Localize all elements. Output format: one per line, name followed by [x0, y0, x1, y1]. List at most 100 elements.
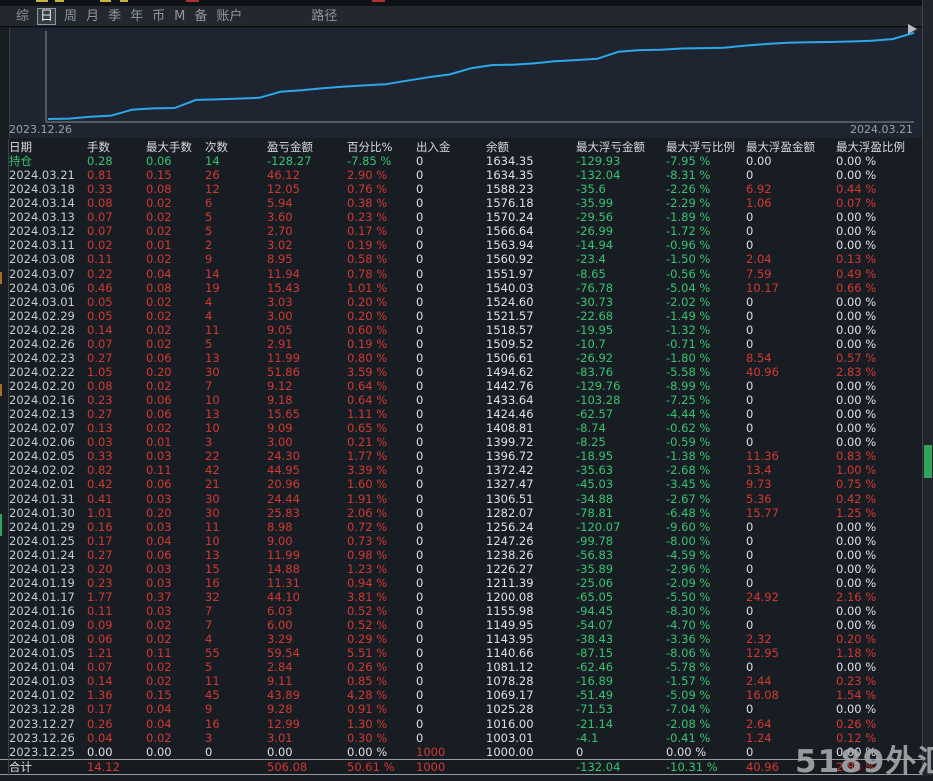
cell-mfl: -29.56: [576, 210, 614, 225]
table-row-2024.03.07[interactable]: 2024.03.07 0.22 0.04 14 11.94 0.78 % 0 1551.97 -…: [0, 267, 922, 281]
line-end-arrow-icon: [908, 24, 917, 34]
cell-mfp: 0: [746, 660, 754, 675]
table-row-2024.02.16[interactable]: 2024.02.16 0.23 0.06 10 9.18 0.64 % 0 1433.64 -1…: [0, 393, 922, 407]
cell-max_lots: 0.20: [146, 505, 172, 520]
table-row-2024.01.03[interactable]: 2024.01.03 0.14 0.02 11 9.11 0.85 % 0 1078.28 -1…: [0, 674, 922, 688]
table-row-2024.02.23[interactable]: 2024.02.23 0.27 0.06 13 11.99 0.80 % 0 1506.61 -…: [0, 351, 922, 365]
table-row-2024.03.21[interactable]: 2024.03.21 0.81 0.15 26 46.12 2.90 % 0 1634.35 -…: [0, 168, 922, 182]
menu-item-ri[interactable]: 日: [37, 7, 57, 25]
column-header-cash[interactable]: 出入金: [416, 139, 486, 155]
cell-mfp: 2.64: [746, 716, 772, 731]
table-row-2024.02.05[interactable]: 2024.02.05 0.33 0.03 22 24.30 1.77 % 0 1396.72 -…: [0, 449, 922, 463]
column-header-pct[interactable]: 百分比%: [347, 139, 416, 155]
equity-curve-chart[interactable]: 2023.12.26 2024.03.21: [9, 28, 923, 138]
table-row-2024.02.20[interactable]: 2024.02.20 0.08 0.02 7 9.12 0.64 % 0 1442.76 -12…: [0, 379, 922, 393]
table-row-2024.01.04[interactable]: 2024.01.04 0.07 0.02 5 2.84 0.26 % 0 1081.12 -62…: [0, 660, 922, 674]
scrollbar-track[interactable]: [923, 0, 933, 776]
table-row-2024.02.29[interactable]: 2024.02.29 0.05 0.02 4 3.00 0.20 % 0 1521.57 -22…: [0, 309, 922, 323]
table-row-2024.03.11[interactable]: 2024.03.11 0.02 0.01 2 3.02 0.19 % 0 1563.94 -14…: [0, 238, 922, 252]
scrollbar-thumb[interactable]: [924, 445, 932, 478]
table-row-2024.01.08[interactable]: 2024.01.08 0.06 0.02 4 3.29 0.29 % 0 1143.95 -38…: [0, 632, 922, 646]
column-header-mfl_pct[interactable]: 最大浮亏比例: [666, 139, 746, 155]
cell-mfl: -62.46: [576, 660, 614, 675]
column-header-max_lots[interactable]: 最大手数: [146, 139, 205, 155]
cell-pct: 0.72 %: [347, 519, 388, 534]
table-row-2024.01.23[interactable]: 2024.01.23 0.20 0.03 15 14.88 1.23 % 0 1226.27 -…: [0, 562, 922, 576]
table-row-position[interactable]: 持仓 0.28 0.06 14 -128.27 -7.85 % 0 1634.35 -129.9…: [0, 154, 922, 168]
table-row-2024.01.16[interactable]: 2024.01.16 0.11 0.03 7 6.03 0.52 % 0 1155.98 -94…: [0, 604, 922, 618]
table-row-2024.03.18[interactable]: 2024.03.18 0.33 0.08 12 12.05 0.76 % 0 1588.23 -…: [0, 182, 922, 196]
cell-mfp: 0: [746, 322, 754, 337]
menu-item-bei[interactable]: 备: [194, 9, 207, 24]
table-row-2024.01.09[interactable]: 2024.01.09 0.09 0.02 7 6.00 0.52 % 0 1149.95 -54…: [0, 618, 922, 632]
column-header-balance[interactable]: 余额: [486, 139, 576, 155]
cell-pct: 0.17 %: [347, 224, 388, 239]
cell-pnl: 2.70: [267, 224, 293, 239]
table-row-2024.03.14[interactable]: 2024.03.14 0.08 0.02 6 5.94 0.38 % 0 1576.18 -35…: [0, 196, 922, 210]
column-header-mfp[interactable]: 最大浮盈金额: [746, 139, 836, 155]
table-row-2024.02.07[interactable]: 2024.02.07 0.13 0.02 10 9.09 0.65 % 0 1408.81 -8…: [0, 421, 922, 435]
cell-mfp: 0: [746, 407, 754, 422]
cell-mfl_pct: -8.30 %: [666, 604, 711, 619]
menu-item-zhanghu[interactable]: 账户: [216, 9, 242, 24]
cell-pct: 0.19 %: [347, 238, 388, 253]
table-row-2024.03.08[interactable]: 2024.03.08 0.11 0.02 9 8.95 0.58 % 0 1560.92 -23…: [0, 252, 922, 266]
table-row-2024.01.17[interactable]: 2024.01.17 1.77 0.37 32 44.10 3.81 % 0 1200.08 -…: [0, 590, 922, 604]
cell-mfl: -45.03: [576, 477, 614, 492]
table-row-2024.01.02[interactable]: 2024.01.02 1.36 0.15 45 43.89 4.28 % 0 1069.17 -…: [0, 688, 922, 702]
table-row-2024.02.02[interactable]: 2024.02.02 0.82 0.11 42 44.95 3.39 % 0 1372.42 -…: [0, 463, 922, 477]
cell-pnl: 24.44: [267, 491, 300, 506]
table-row-2023.12.27[interactable]: 2023.12.27 0.26 0.04 16 12.99 1.30 % 0 1016.00 -…: [0, 717, 922, 731]
table-row-2024.02.06[interactable]: 2024.02.06 0.03 0.01 3 3.00 0.21 % 0 1399.72 -8.…: [0, 435, 922, 449]
table-row-2023.12.28[interactable]: 2023.12.28 0.17 0.04 9 9.28 0.91 % 0 1025.28 -71…: [0, 702, 922, 716]
cell-mfp: 8.54: [746, 350, 772, 365]
cell-balance: 1140.66: [486, 646, 534, 661]
cell-mfl_pct: -8.99 %: [666, 379, 711, 394]
menu-item-yue[interactable]: 月: [86, 9, 99, 24]
table-row-2024.02.22[interactable]: 2024.02.22 1.05 0.20 30 51.86 3.59 % 0 1494.62 -…: [0, 365, 922, 379]
column-header-mfl[interactable]: 最大浮亏金额: [576, 139, 666, 155]
cell-mfp: 11.36: [746, 449, 779, 464]
cell-date: 2024.01.30: [9, 505, 75, 520]
menu-item-bi[interactable]: 币: [152, 9, 165, 24]
column-header-lots[interactable]: 手数: [87, 139, 146, 155]
cell-mfl: -120.07: [576, 519, 621, 534]
cell-lots: 0.26: [87, 716, 113, 731]
titlebar-fragment: [36, 0, 48, 2]
menu-item-m[interactable]: M: [174, 9, 185, 24]
column-header-mfp_pct[interactable]: 最大浮盈比例: [836, 139, 922, 155]
cell-cash: 0: [416, 646, 424, 661]
cell-lots: 0.17: [87, 533, 113, 548]
table-row-2024.02.26[interactable]: 2024.02.26 0.07 0.02 5 2.91 0.19 % 0 1509.52 -10…: [0, 337, 922, 351]
cell-mfl_pct: 0.00 %: [666, 744, 707, 759]
menu-item-zong[interactable]: 综: [16, 9, 29, 24]
table-row-2024.01.19[interactable]: 2024.01.19 0.23 0.03 16 11.31 0.94 % 0 1211.39 -…: [0, 576, 922, 590]
table-row-2024.01.25[interactable]: 2024.01.25 0.17 0.04 10 9.00 0.73 % 0 1247.26 -9…: [0, 534, 922, 548]
cell-count: 6: [205, 196, 213, 211]
column-header-count[interactable]: 次数: [205, 139, 267, 155]
cell-balance: 1211.39: [486, 575, 534, 590]
menu-item-lujing[interactable]: 路径: [311, 9, 337, 24]
cell-mfp: 0: [746, 308, 754, 323]
cell-cash: 0: [416, 154, 424, 169]
table-row-2023.12.25[interactable]: 2023.12.25 0.00 0.00 0 0.00 0.00 % 1000 1000.00…: [0, 745, 922, 759]
table-row-2024.01.30[interactable]: 2024.01.30 1.01 0.20 30 25.83 2.06 % 0 1282.07 -…: [0, 506, 922, 520]
table-row-2024.01.31[interactable]: 2024.01.31 0.41 0.03 30 24.44 1.91 % 0 1306.51 -…: [0, 492, 922, 506]
column-header-pnl[interactable]: 盈亏金额: [267, 139, 347, 155]
table-row-2024.02.13[interactable]: 2024.02.13 0.27 0.06 13 15.65 1.11 % 0 1424.46 -…: [0, 407, 922, 421]
menu-item-zhou[interactable]: 周: [64, 9, 77, 24]
table-row-2024.03.01[interactable]: 2024.03.01 0.05 0.02 4 3.03 0.20 % 0 1524.60 -30…: [0, 295, 922, 309]
table-row-2024.01.24[interactable]: 2024.01.24 0.27 0.06 13 11.99 0.98 % 0 1238.26 -…: [0, 548, 922, 562]
table-row-2024.03.13[interactable]: 2024.03.13 0.07 0.02 5 3.60 0.23 % 0 1570.24 -29…: [0, 210, 922, 224]
menu-item-ji[interactable]: 季: [108, 9, 121, 24]
table-row-2024.01.05[interactable]: 2024.01.05 1.21 0.11 55 59.54 5.51 % 0 1140.66 -…: [0, 646, 922, 660]
table-row-total[interactable]: 合计 14.12 506.08 50.61 % 1000 -132.04 -10.31 % 4…: [0, 758, 922, 775]
table-row-2024.01.29[interactable]: 2024.01.29 0.16 0.03 11 8.98 0.72 % 0 1256.24 -1…: [0, 520, 922, 534]
table-row-2024.03.12[interactable]: 2024.03.12 0.07 0.02 5 2.70 0.17 % 0 1566.64 -26…: [0, 224, 922, 238]
table-row-2023.12.26[interactable]: 2023.12.26 0.04 0.02 3 3.01 0.30 % 0 1003.01 -4.…: [0, 731, 922, 745]
table-row-2024.02.28[interactable]: 2024.02.28 0.14 0.02 11 9.05 0.60 % 0 1518.57 -1…: [0, 323, 922, 337]
table-row-2024.02.01[interactable]: 2024.02.01 0.42 0.06 21 20.96 1.60 % 0 1327.47 -…: [0, 477, 922, 491]
cell-mfl_pct: -1.57 %: [666, 674, 711, 689]
table-row-2024.03.06[interactable]: 2024.03.06 0.46 0.08 19 15.43 1.01 % 0 1540.03 -…: [0, 281, 922, 295]
menu-item-nian[interactable]: 年: [130, 9, 143, 24]
